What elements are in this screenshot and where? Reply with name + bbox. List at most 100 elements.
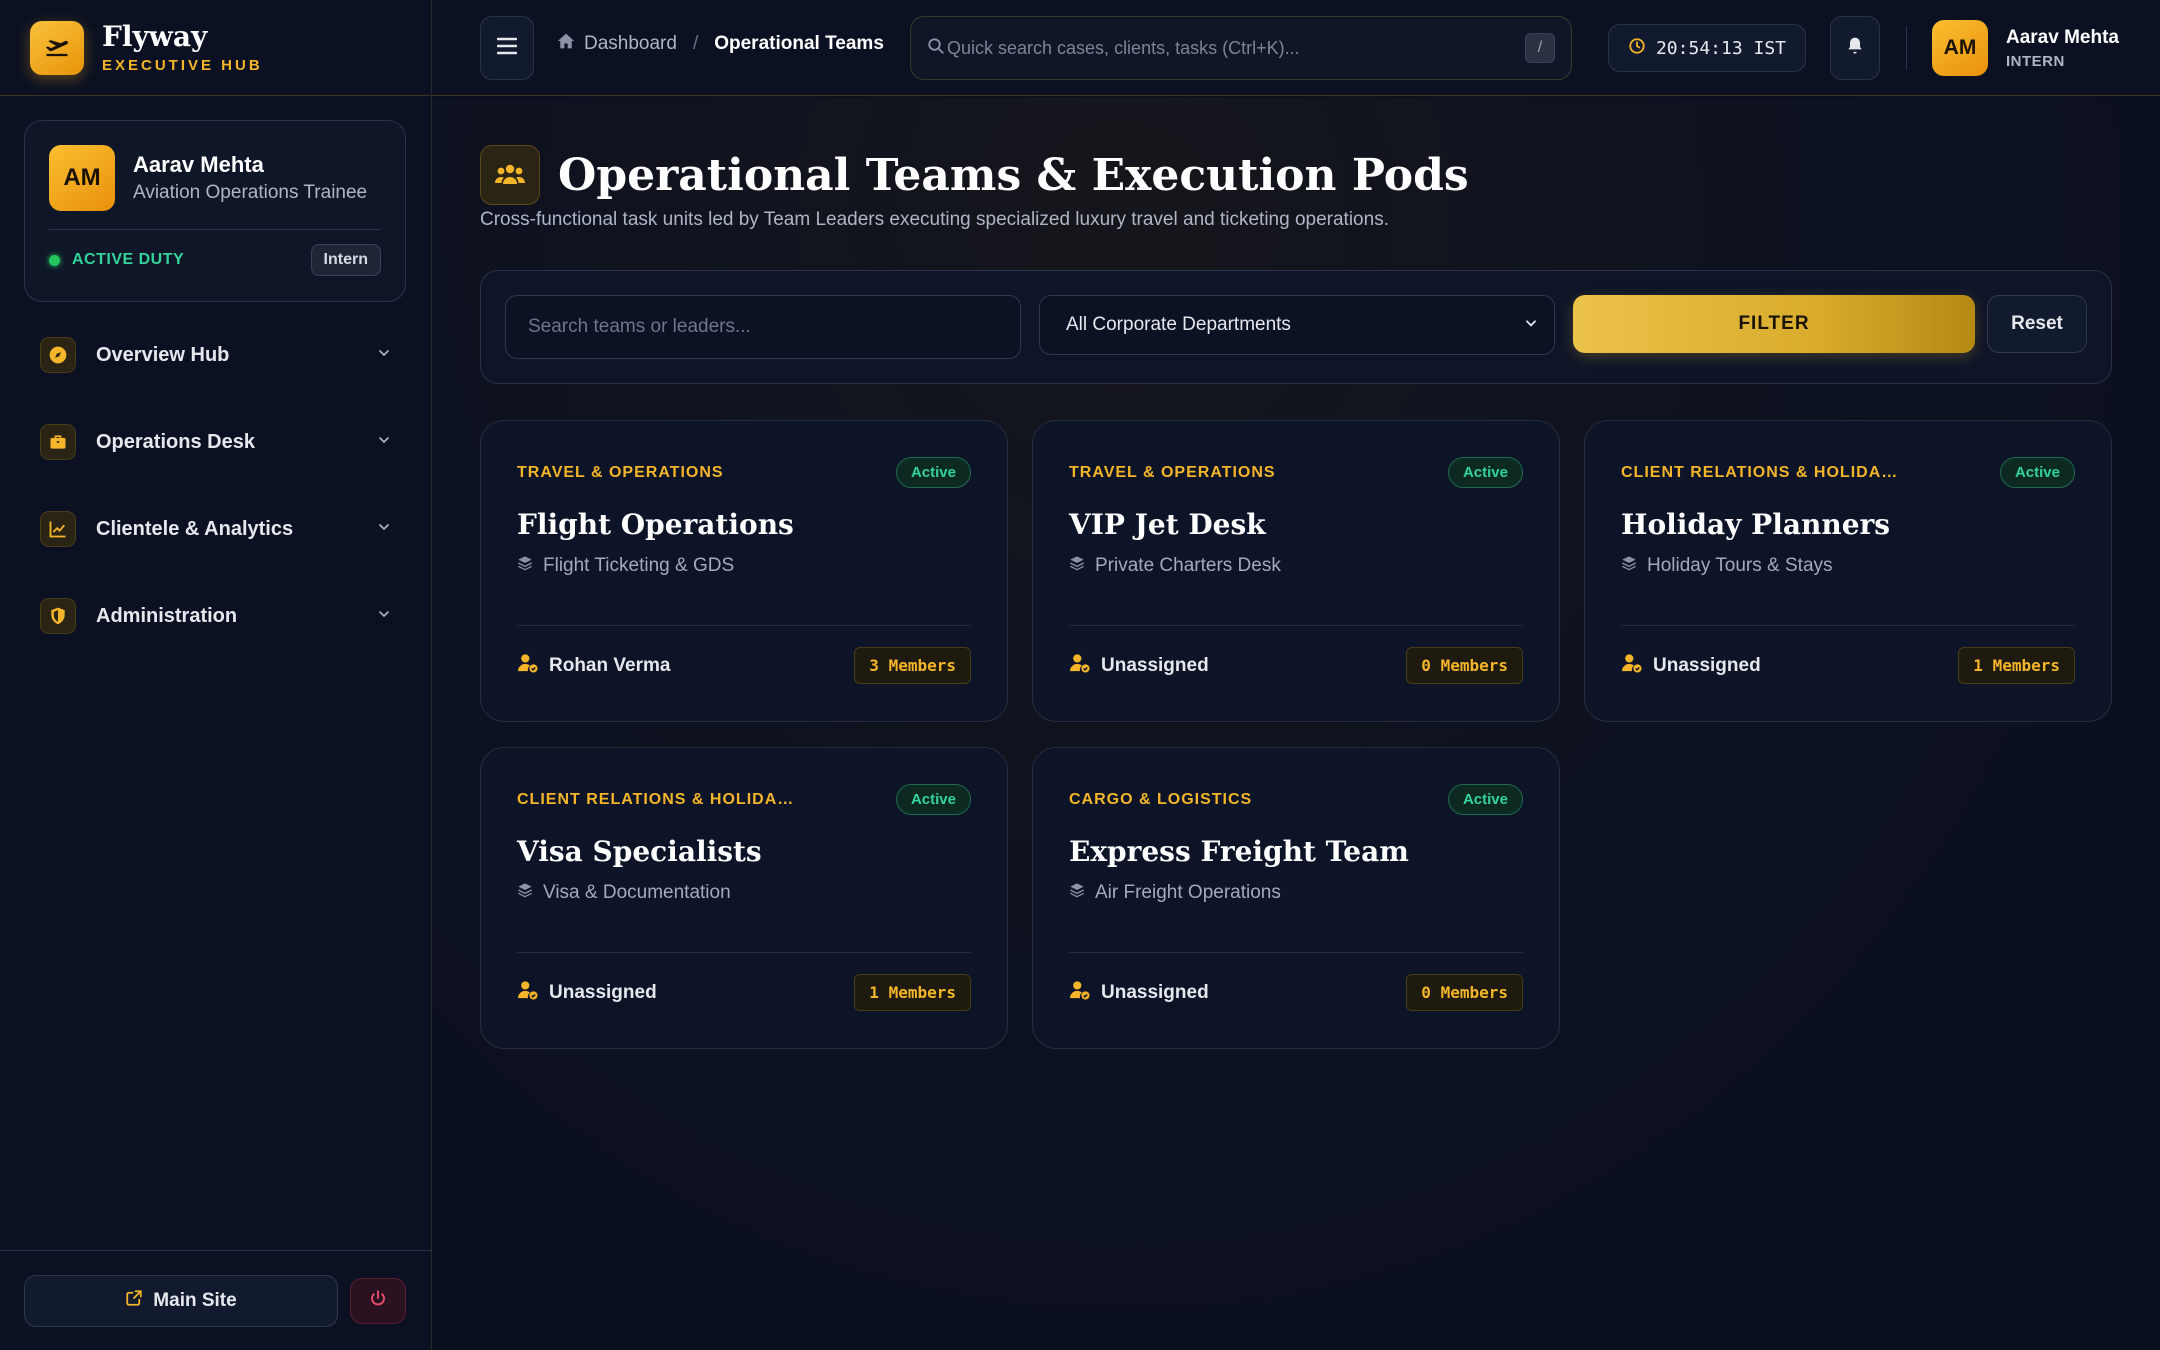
briefcase-icon bbox=[40, 424, 76, 460]
team-card[interactable]: CLIENT RELATIONS & HOLIDA… Active Holida… bbox=[1584, 420, 2112, 722]
team-name: Holiday Planners bbox=[1621, 508, 1891, 541]
filter-bar: All Corporate Departments FILTER Reset bbox=[480, 270, 2112, 384]
team-department: CLIENT RELATIONS & HOLIDA… bbox=[1621, 463, 1899, 481]
brand-subtitle: EXECUTIVE HUB bbox=[102, 57, 263, 74]
topbar: Dashboard / Operational Teams / 20:54:13… bbox=[432, 0, 2160, 96]
team-department: CARGO & LOGISTICS bbox=[1069, 790, 1253, 808]
member-count: 1 Members bbox=[1958, 647, 2075, 684]
search-shortcut-key: / bbox=[1525, 33, 1555, 63]
department-select[interactable]: All Corporate Departments bbox=[1039, 295, 1555, 355]
brand-name: Flyway bbox=[102, 20, 208, 53]
status-badge: Active bbox=[895, 457, 971, 488]
breadcrumb-home-link[interactable]: Dashboard bbox=[556, 32, 677, 56]
team-card[interactable]: TRAVEL & OPERATIONS Active Flight Operat… bbox=[480, 420, 1008, 722]
team-leader: Unassigned bbox=[1653, 654, 1761, 676]
status-badge: Active bbox=[1447, 457, 1523, 488]
clock-display: 20:54:13 IST bbox=[1608, 24, 1806, 72]
main-site-button[interactable]: Main Site bbox=[24, 1274, 338, 1327]
breadcrumb-current: Operational Teams bbox=[714, 33, 884, 54]
page-header: Operational Teams & Execution Pods bbox=[480, 145, 1469, 205]
global-search-input[interactable] bbox=[947, 37, 1525, 59]
chevron-down-icon bbox=[1524, 314, 1538, 336]
divider bbox=[517, 625, 971, 626]
user-menu[interactable]: AM Aarav Mehta INTERN bbox=[1932, 20, 2119, 76]
sidebar-item-overview-hub[interactable]: Overview Hub bbox=[24, 326, 406, 384]
team-department: CLIENT RELATIONS & HOLIDA… bbox=[517, 790, 795, 808]
user-name: Aarav Mehta bbox=[2006, 26, 2119, 48]
team-service: Air Freight Operations bbox=[1095, 882, 1281, 903]
status-badge: Active bbox=[1999, 457, 2075, 488]
status-dot bbox=[49, 254, 60, 266]
member-count: 0 Members bbox=[1406, 647, 1523, 684]
chevron-down-icon bbox=[376, 432, 392, 453]
shield-icon bbox=[40, 598, 76, 634]
layers-icon bbox=[1069, 555, 1085, 577]
team-service: Holiday Tours & Stays bbox=[1647, 555, 1833, 576]
status-badge: Active bbox=[895, 784, 971, 815]
team-leader-icon bbox=[1069, 980, 1091, 1006]
global-search: / bbox=[910, 16, 1572, 80]
sidebar-item-clientele-analytics[interactable]: Clientele & Analytics bbox=[24, 500, 406, 558]
chart-icon bbox=[40, 511, 76, 547]
reset-button[interactable]: Reset bbox=[1987, 295, 2087, 353]
divider bbox=[1069, 952, 1523, 953]
brand[interactable]: Flyway EXECUTIVE HUB bbox=[0, 0, 431, 96]
bell-icon bbox=[1845, 35, 1865, 62]
logout-button[interactable] bbox=[350, 1277, 406, 1324]
breadcrumb-home-label: Dashboard bbox=[584, 33, 677, 54]
team-leader-icon bbox=[1069, 653, 1091, 679]
filter-button[interactable]: FILTER bbox=[1573, 295, 1975, 353]
status-badge: Active bbox=[1447, 784, 1523, 815]
page-title: Operational Teams & Execution Pods bbox=[558, 149, 1469, 201]
sidebar-item-administration[interactable]: Administration bbox=[24, 587, 406, 645]
team-service: Flight Ticketing & GDS bbox=[543, 555, 735, 576]
team-card[interactable]: CLIENT RELATIONS & HOLIDA… Active Visa S… bbox=[480, 747, 1008, 1049]
clock-icon bbox=[1628, 37, 1646, 60]
team-name: Express Freight Team bbox=[1069, 835, 1409, 868]
member-count: 0 Members bbox=[1406, 974, 1523, 1011]
team-name: Visa Specialists bbox=[517, 835, 762, 868]
sidebar-footer: Main Site bbox=[0, 1250, 432, 1350]
sidebar-item-label: Administration bbox=[96, 604, 238, 627]
team-leader: Unassigned bbox=[549, 981, 657, 1003]
team-search-input[interactable] bbox=[505, 295, 1021, 359]
team-leader: Unassigned bbox=[1101, 981, 1209, 1003]
user-role: INTERN bbox=[2006, 52, 2065, 70]
menu-toggle-button[interactable] bbox=[480, 16, 534, 80]
hamburger-icon bbox=[496, 37, 518, 60]
layers-icon bbox=[517, 555, 533, 577]
team-service: Private Charters Desk bbox=[1095, 555, 1281, 576]
sidebar: Flyway EXECUTIVE HUB AM Aarav Mehta Avia… bbox=[0, 0, 432, 1350]
team-card[interactable]: TRAVEL & OPERATIONS Active VIP Jet Desk … bbox=[1032, 420, 1560, 722]
sidebar-item-label: Operations Desk bbox=[96, 430, 255, 453]
divider bbox=[1906, 26, 1907, 70]
team-name: VIP Jet Desk bbox=[1069, 508, 1266, 541]
sidebar-nav: Overview Hub Operations Desk Clientele &… bbox=[24, 326, 406, 674]
notifications-button[interactable] bbox=[1830, 16, 1880, 80]
team-leader: Unassigned bbox=[1101, 654, 1209, 676]
layers-icon bbox=[1621, 555, 1637, 577]
sidebar-item-operations-desk[interactable]: Operations Desk bbox=[24, 413, 406, 471]
profile-role: Aviation Operations Trainee bbox=[133, 182, 368, 203]
layers-icon bbox=[517, 882, 533, 904]
profile-card: AM Aarav Mehta Aviation Operations Train… bbox=[24, 120, 406, 302]
users-icon bbox=[480, 145, 540, 205]
chevron-down-icon bbox=[376, 345, 392, 366]
avatar: AM bbox=[1932, 20, 1988, 76]
home-icon bbox=[556, 32, 576, 56]
department-select-value: All Corporate Departments bbox=[1066, 314, 1291, 335]
divider bbox=[1069, 625, 1523, 626]
external-link-icon bbox=[125, 1289, 143, 1313]
divider bbox=[1621, 625, 2075, 626]
team-name: Flight Operations bbox=[517, 508, 794, 541]
team-leader: Rohan Verma bbox=[549, 654, 671, 676]
divider bbox=[517, 952, 971, 953]
chevron-down-icon bbox=[376, 606, 392, 627]
main-site-label: Main Site bbox=[153, 1289, 237, 1311]
team-leader-icon bbox=[1621, 653, 1643, 679]
main-content: Operational Teams & Execution Pods Cross… bbox=[432, 97, 2160, 1350]
power-icon bbox=[369, 1289, 387, 1312]
breadcrumb: Dashboard / Operational Teams bbox=[556, 32, 884, 56]
team-card[interactable]: CARGO & LOGISTICS Active Express Freight… bbox=[1032, 747, 1560, 1049]
team-service: Visa & Documentation bbox=[543, 882, 731, 903]
